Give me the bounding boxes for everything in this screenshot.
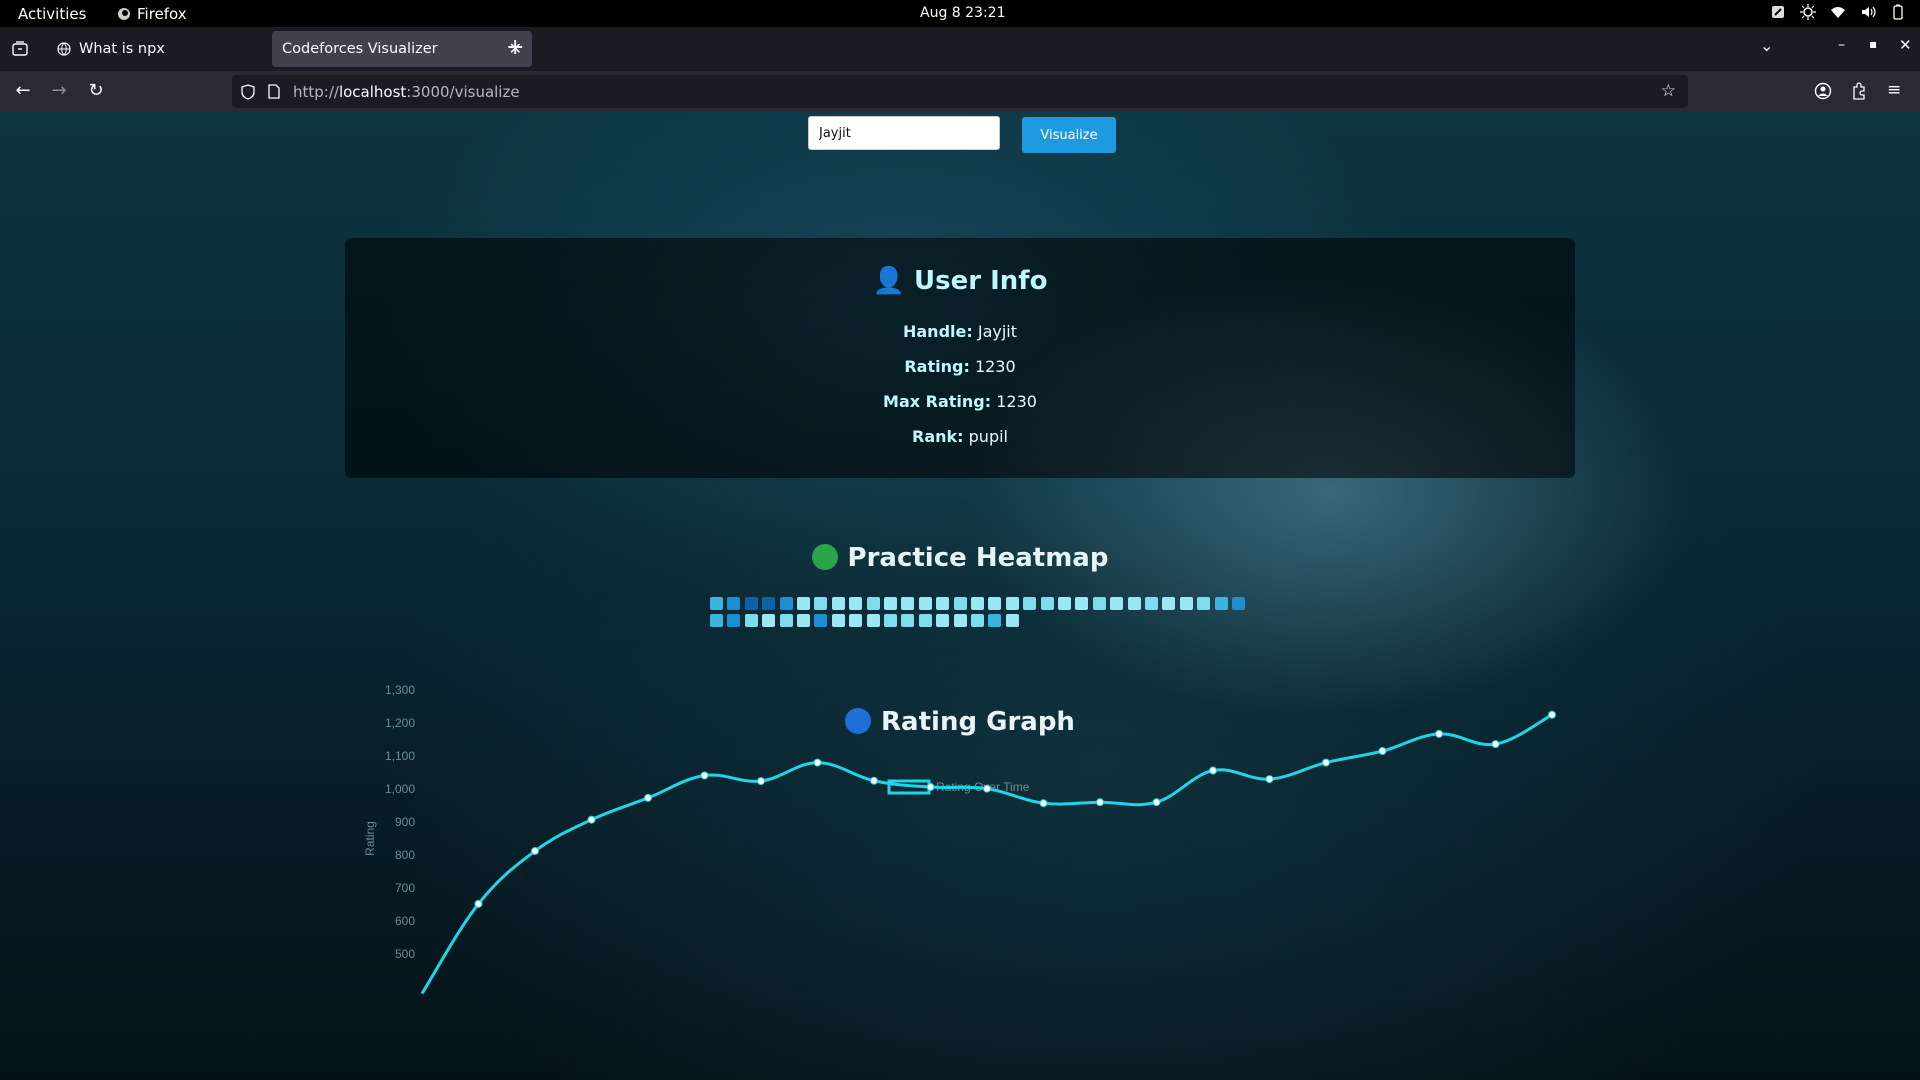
system-tray[interactable] bbox=[1770, 4, 1906, 20]
y-tick-label: 600 bbox=[395, 914, 415, 928]
rating-point bbox=[531, 847, 539, 856]
y-tick-label: 500 bbox=[395, 947, 415, 961]
extensions-icon[interactable] bbox=[1851, 82, 1867, 100]
minimize-icon[interactable]: – bbox=[1838, 37, 1845, 53]
rating-point bbox=[870, 776, 878, 785]
page-icon[interactable] bbox=[268, 84, 280, 99]
pen-icon bbox=[1772, 6, 1784, 18]
volume-icon bbox=[1862, 6, 1876, 18]
rating-point bbox=[644, 793, 652, 802]
new-tab-button[interactable]: + bbox=[506, 35, 524, 60]
tab-bar: What is npx ✕ Codeforces Visualizer ✕ + … bbox=[0, 27, 1920, 71]
list-all-tabs-icon[interactable]: ⌄ bbox=[1760, 36, 1773, 55]
menu-icon[interactable]: ≡ bbox=[1887, 80, 1901, 100]
globe-icon bbox=[57, 42, 71, 56]
rating-line bbox=[420, 713, 1553, 995]
battery-icon bbox=[1893, 4, 1903, 20]
url-text[interactable]: http://localhost:3000/visualize bbox=[293, 83, 520, 101]
maximize-icon[interactable]: ▪ bbox=[1869, 37, 1877, 51]
y-axis-label: Rating bbox=[363, 821, 377, 856]
reload-icon[interactable]: ↻ bbox=[85, 80, 107, 102]
rating-point bbox=[474, 899, 483, 908]
rating-point bbox=[1548, 710, 1556, 719]
y-tick-label: 700 bbox=[395, 881, 415, 895]
y-tick-label: 1,000 bbox=[385, 782, 415, 796]
close-window-icon[interactable]: ✕ bbox=[1899, 36, 1912, 54]
app-menu[interactable]: Firefox bbox=[117, 5, 187, 23]
url-bar[interactable]: http://localhost:3000/visualize ☆ bbox=[232, 75, 1688, 108]
rating-point bbox=[757, 777, 765, 786]
tab-label: Codeforces Visualizer bbox=[282, 41, 438, 57]
rating-point bbox=[926, 783, 935, 792]
rating-point bbox=[1152, 798, 1161, 807]
activities-button[interactable]: Activities bbox=[18, 5, 86, 23]
y-tick-label: 900 bbox=[395, 815, 415, 829]
tab-list-icon[interactable] bbox=[11, 40, 29, 58]
rating-point bbox=[983, 784, 991, 793]
navigation-toolbar: ← → ↻ http://localhost:3000/visualize ☆ … bbox=[0, 71, 1920, 112]
forward-arrow-icon[interactable]: → bbox=[48, 80, 70, 102]
tab-label: What is npx bbox=[79, 41, 165, 57]
y-tick-label: 800 bbox=[395, 848, 415, 862]
rating-point bbox=[1209, 766, 1217, 775]
rating-point bbox=[700, 771, 709, 780]
rating-point bbox=[587, 815, 596, 824]
tab-what-is-npx[interactable]: What is npx ✕ bbox=[47, 31, 307, 67]
rating-point bbox=[1265, 775, 1274, 784]
brightness-icon bbox=[1800, 4, 1816, 20]
rating-point bbox=[1491, 740, 1500, 749]
wifi-icon bbox=[1831, 7, 1845, 18]
tab-codeforces-visualizer[interactable]: Codeforces Visualizer ✕ bbox=[272, 31, 532, 67]
back-arrow-icon[interactable]: ← bbox=[12, 80, 34, 102]
firefox-icon bbox=[118, 8, 130, 20]
page-content: Visualize 👤 User Info Handle: Jayjit Rat… bbox=[0, 112, 1920, 1080]
clock[interactable]: Aug 8 23:21 bbox=[920, 5, 1006, 21]
app-name: Firefox bbox=[137, 5, 187, 23]
rating-chart: Rating Over Time1,3001,2001,1001,0009008… bbox=[363, 683, 1556, 995]
y-tick-label: 1,300 bbox=[385, 683, 415, 697]
account-icon[interactable] bbox=[1814, 82, 1832, 100]
y-tick-label: 1,200 bbox=[385, 716, 415, 730]
rating-point bbox=[1435, 729, 1443, 738]
bookmark-star-icon[interactable]: ☆ bbox=[1661, 81, 1676, 101]
system-top-bar: Activities Firefox Aug 8 23:21 bbox=[0, 0, 1920, 27]
rating-point bbox=[1039, 799, 1048, 808]
rating-point bbox=[1322, 758, 1330, 767]
y-tick-label: 1,100 bbox=[385, 749, 415, 763]
shield-icon[interactable] bbox=[241, 84, 255, 100]
rating-point bbox=[1378, 747, 1387, 756]
rating-point bbox=[1096, 798, 1104, 807]
rating-point bbox=[813, 758, 822, 767]
